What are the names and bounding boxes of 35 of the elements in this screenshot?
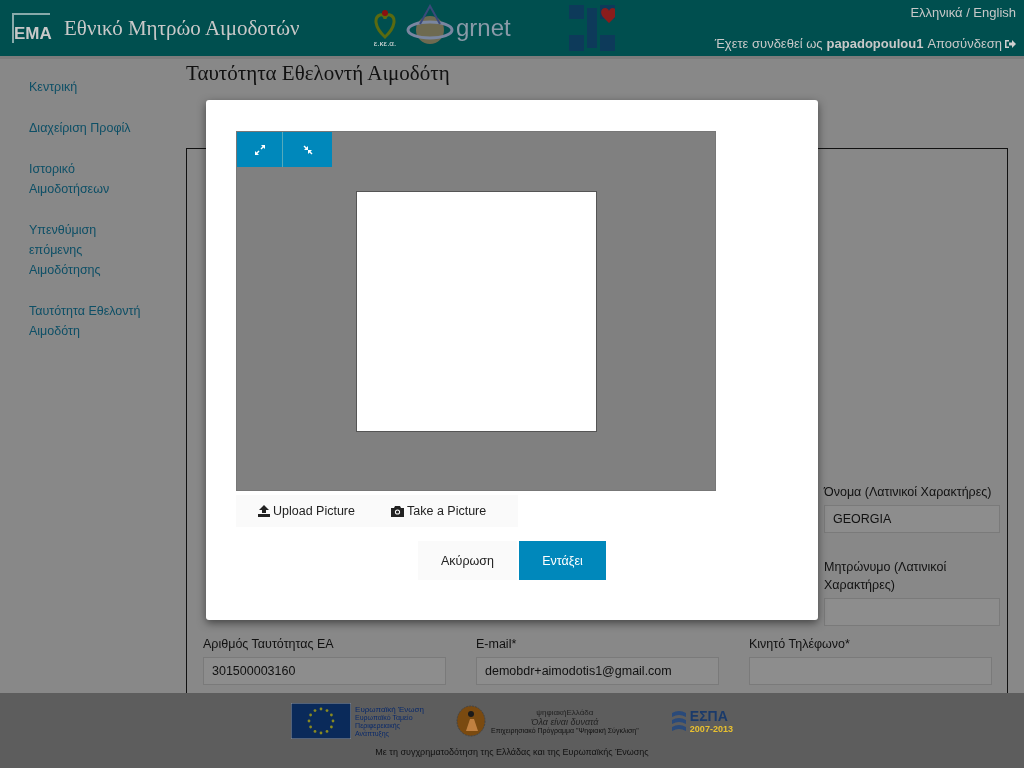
cancel-button[interactable]: Ακύρωση	[418, 541, 517, 580]
logo-text: ΕΣΠΑ	[689, 708, 729, 724]
logo-text: ΕΜΑ	[14, 25, 52, 43]
logo-text: Ευρωπαϊκή Ένωση	[355, 704, 424, 714]
hand-logo-icon	[455, 705, 486, 737]
medical-cross-icon	[568, 5, 615, 51]
camera-icon	[391, 505, 404, 517]
field-label: Κινητό Τηλέφωνο*	[749, 637, 851, 653]
site-title: Εθνικό Μητρώο Αιμοδοτών	[64, 15, 300, 41]
input-field[interactable]: GEORGIA	[824, 505, 1000, 533]
page-title: Ταυτότητα Εθελοντή Αιμοδότη	[186, 61, 451, 86]
wave-logo-icon	[671, 709, 686, 733]
logout-link[interactable]: Αποσύνδεση	[927, 36, 1016, 51]
footer-text: Με τη συγχρηματοδότηση της Ελλάδας και της Ευρωπαϊκής Ένωσης	[375, 747, 649, 757]
input-field[interactable]: 301500003160	[203, 657, 446, 685]
field-label: Αριθμός Ταυτότητας ΕΑ	[203, 637, 335, 653]
heart-logo-icon	[372, 8, 398, 39]
logo-text: 2007-2013	[689, 723, 733, 734]
logo-text: grnet	[456, 14, 511, 42]
logo-text: ε.κε.α.	[373, 38, 397, 48]
expand-icon	[254, 144, 265, 155]
input-field[interactable]: demobdr+aimodotis1@gmail.com	[476, 657, 719, 685]
field-label: Όνομα (Λατινικοί Χαρακτήρες)	[824, 484, 993, 501]
compress-icon	[302, 144, 313, 155]
flag-icon	[291, 703, 352, 739]
logout-icon	[1005, 38, 1016, 49]
field-label: Μητρώνυμο (Λατινικοί Χαρακτήρες)	[824, 562, 948, 594]
zoom-button[interactable]	[237, 132, 283, 167]
zoom-button[interactable]	[283, 132, 332, 167]
field-label: E-mail*	[476, 637, 518, 653]
ok-button[interactable]: Εντάξει	[519, 541, 606, 580]
login-text: Έχετε συνδεθεί ως	[714, 36, 823, 51]
language-link[interactable]: Ελληνικά / English	[910, 5, 1016, 20]
username: papadopoulou1	[826, 36, 924, 51]
upload-icon	[258, 505, 270, 517]
